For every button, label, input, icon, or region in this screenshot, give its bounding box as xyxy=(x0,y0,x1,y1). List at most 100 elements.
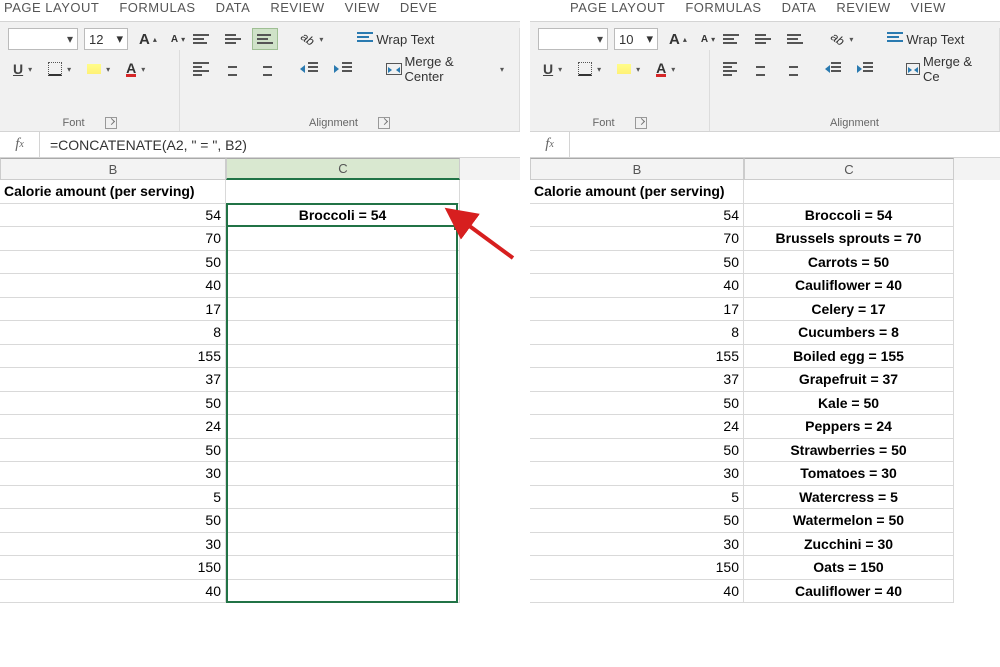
cell-c6[interactable]: Celery = 17 xyxy=(744,298,954,322)
cell-b6[interactable]: 17 xyxy=(530,298,744,322)
cell-c6[interactable] xyxy=(226,298,460,322)
cell-b8[interactable]: 155 xyxy=(530,345,744,369)
tab-formulas[interactable]: FORMULAS xyxy=(685,0,761,15)
cell-c1[interactable] xyxy=(226,180,460,204)
cell-b18[interactable]: 40 xyxy=(530,580,744,604)
cell-b14[interactable]: 5 xyxy=(530,486,744,510)
cell-b12[interactable]: 50 xyxy=(0,439,226,463)
cell-c17[interactable] xyxy=(226,556,460,580)
merge-center-button[interactable]: Merge & Ce xyxy=(899,58,991,80)
cell-b11[interactable]: 24 xyxy=(0,415,226,439)
wrap-text-button[interactable]: Wrap Text xyxy=(880,28,971,50)
column-header-c[interactable]: C xyxy=(226,158,460,180)
underline-button[interactable]: U▾ xyxy=(8,58,37,80)
cell-c7[interactable] xyxy=(226,321,460,345)
orientation-button[interactable]: ab▾ xyxy=(826,28,858,50)
cell-b14[interactable]: 5 xyxy=(0,486,226,510)
cell-c10[interactable]: Kale = 50 xyxy=(744,392,954,416)
spreadsheet-grid-right[interactable]: B C Calorie amount (per serving) 54Brocc… xyxy=(530,158,1000,603)
cell-c2[interactable]: Broccoli = 54 xyxy=(744,204,954,228)
decrease-indent-button[interactable] xyxy=(295,58,323,80)
tab-review[interactable]: REVIEW xyxy=(270,0,324,15)
cell-b16[interactable]: 30 xyxy=(0,533,226,557)
align-center-button[interactable] xyxy=(748,58,772,80)
cell-b4[interactable]: 50 xyxy=(0,251,226,275)
cell-b12[interactable]: 50 xyxy=(530,439,744,463)
cell-c4[interactable] xyxy=(226,251,460,275)
cell-c16[interactable]: Zucchini = 30 xyxy=(744,533,954,557)
cell-c11[interactable] xyxy=(226,415,460,439)
cell-b3[interactable]: 70 xyxy=(530,227,744,251)
fx-icon[interactable]: fx xyxy=(530,132,570,157)
tab-view[interactable]: VIEW xyxy=(911,0,946,15)
cell-b17[interactable]: 150 xyxy=(530,556,744,580)
cell-c12[interactable] xyxy=(226,439,460,463)
underline-button[interactable]: U▾ xyxy=(538,58,567,80)
font-name-box[interactable]: ▾ xyxy=(8,28,78,50)
cell-b11[interactable]: 24 xyxy=(530,415,744,439)
cell-c15[interactable]: Watermelon = 50 xyxy=(744,509,954,533)
spreadsheet-grid-left[interactable]: B C Calorie amount (per serving) 54Brocc… xyxy=(0,158,520,603)
align-middle-button[interactable] xyxy=(220,28,246,50)
increase-font-button[interactable]: A▴ xyxy=(134,28,162,50)
cell-c3[interactable]: Brussels sprouts = 70 xyxy=(744,227,954,251)
cell-c12[interactable]: Strawberries = 50 xyxy=(744,439,954,463)
cell-b2[interactable]: 54 xyxy=(0,204,226,228)
orientation-button[interactable]: ab▾ xyxy=(296,28,328,50)
tab-formulas[interactable]: FORMULAS xyxy=(119,0,195,15)
borders-button[interactable]: ▾ xyxy=(43,58,76,80)
cell-b7[interactable]: 8 xyxy=(530,321,744,345)
font-color-button[interactable]: A▾ xyxy=(121,58,150,80)
align-right-button[interactable] xyxy=(778,58,802,80)
cell-b8[interactable]: 155 xyxy=(0,345,226,369)
align-bottom-button[interactable] xyxy=(252,28,278,50)
merge-center-button[interactable]: Merge & Center▾ xyxy=(379,58,511,80)
wrap-text-button[interactable]: Wrap Text xyxy=(350,28,441,50)
increase-indent-button[interactable] xyxy=(329,58,357,80)
increase-font-button[interactable]: A▴ xyxy=(664,28,692,50)
align-center-button[interactable] xyxy=(220,58,246,80)
font-dialog-launcher[interactable] xyxy=(635,117,647,129)
align-top-button[interactable] xyxy=(188,28,214,50)
formula-input[interactable] xyxy=(570,132,1000,157)
tab-page-layout[interactable]: PAGE LAYOUT xyxy=(570,0,665,15)
cell-b5[interactable]: 40 xyxy=(530,274,744,298)
cell-c13[interactable]: Tomatoes = 30 xyxy=(744,462,954,486)
alignment-dialog-launcher[interactable] xyxy=(378,117,390,129)
cell-c7[interactable]: Cucumbers = 8 xyxy=(744,321,954,345)
column-header-b[interactable]: B xyxy=(0,158,226,180)
column-header-c[interactable]: C xyxy=(744,158,954,180)
cell-c9[interactable] xyxy=(226,368,460,392)
cell-b16[interactable]: 30 xyxy=(530,533,744,557)
formula-input[interactable] xyxy=(40,132,520,157)
cell-b10[interactable]: 50 xyxy=(530,392,744,416)
cell-b13[interactable]: 30 xyxy=(530,462,744,486)
cell-c10[interactable] xyxy=(226,392,460,416)
header-cell-calorie[interactable]: Calorie amount (per serving) xyxy=(0,180,226,204)
cell-b7[interactable]: 8 xyxy=(0,321,226,345)
increase-indent-button[interactable] xyxy=(852,58,878,80)
align-middle-button[interactable] xyxy=(750,28,776,50)
cell-c5[interactable]: Cauliflower = 40 xyxy=(744,274,954,298)
cell-b9[interactable]: 37 xyxy=(0,368,226,392)
align-right-button[interactable] xyxy=(252,58,278,80)
tab-data[interactable]: DATA xyxy=(782,0,817,15)
font-name-box[interactable]: ▾ xyxy=(538,28,608,50)
font-size-box[interactable]: 10▾ xyxy=(614,28,658,50)
font-dialog-launcher[interactable] xyxy=(105,117,117,129)
cell-c17[interactable]: Oats = 150 xyxy=(744,556,954,580)
cell-c11[interactable]: Peppers = 24 xyxy=(744,415,954,439)
cell-c9[interactable]: Grapefruit = 37 xyxy=(744,368,954,392)
cell-b9[interactable]: 37 xyxy=(530,368,744,392)
cell-c8[interactable] xyxy=(226,345,460,369)
cell-c8[interactable]: Boiled egg = 155 xyxy=(744,345,954,369)
cell-c14[interactable] xyxy=(226,486,460,510)
borders-button[interactable]: ▾ xyxy=(573,58,606,80)
cell-c3[interactable] xyxy=(226,227,460,251)
fill-color-button[interactable]: ▾ xyxy=(612,58,645,80)
cell-c2[interactable]: Broccoli = 54 xyxy=(226,204,460,228)
font-size-box[interactable]: 12▾ xyxy=(84,28,128,50)
cell-c4[interactable]: Carrots = 50 xyxy=(744,251,954,275)
fill-handle[interactable] xyxy=(454,223,461,230)
cell-c15[interactable] xyxy=(226,509,460,533)
